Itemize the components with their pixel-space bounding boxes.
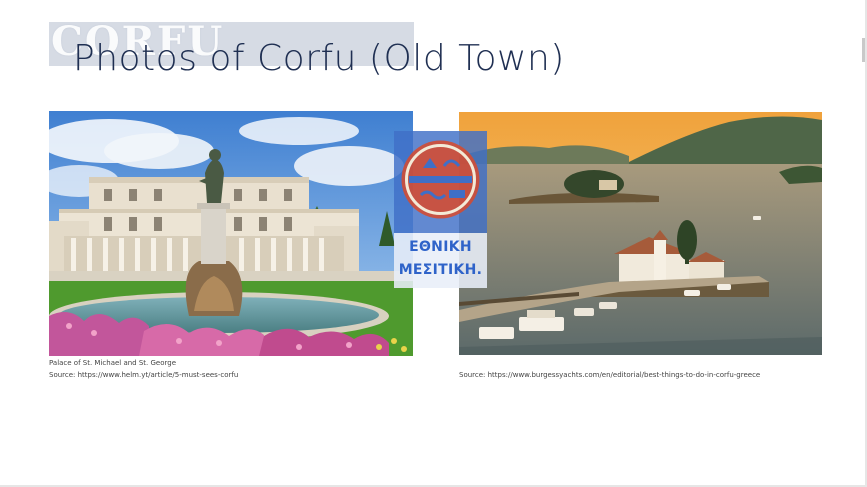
watermark-text-line2: ΜΕΣΙΤΙΚΗ. [398, 262, 483, 278]
agency-watermark: ΕΘΝΙΚΗ ΜΕΣΙΤΙΚΗ. [394, 131, 487, 288]
palace-source: Source: https://www.helm.yt/article/5-mu… [49, 371, 239, 379]
slide: CORFU Photos of Corfu (Old Town) Palace … [0, 0, 867, 487]
agency-emblem-icon [401, 140, 480, 219]
palace-caption: Palace of St. Michael and St. George [49, 359, 177, 367]
watermark-text-line1: ΕΘΝΙΚΗ [409, 239, 472, 255]
slide-title: Photos of Corfu (Old Town) [73, 38, 565, 79]
islet-source: Source: https://www.burgessyachts.com/en… [459, 371, 761, 379]
photo-islet [459, 112, 822, 355]
photo-palace [49, 111, 413, 356]
